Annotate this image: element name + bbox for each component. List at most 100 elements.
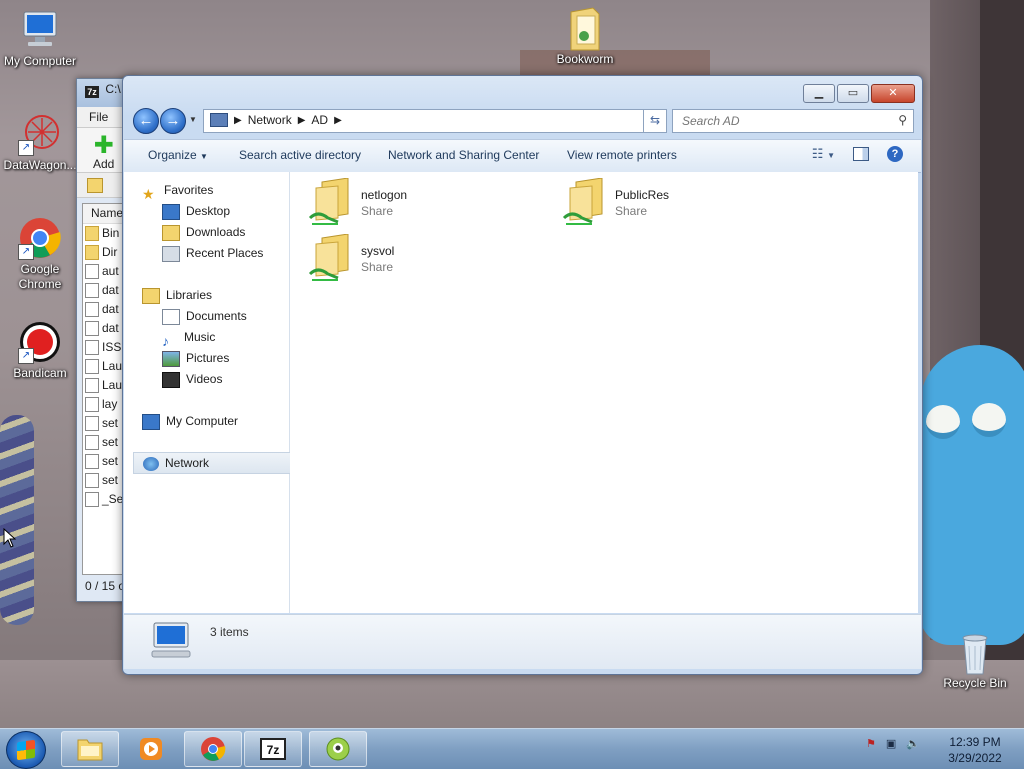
libraries-icon (142, 287, 160, 304)
taskbar-bookworm-button[interactable] (309, 731, 367, 767)
preview-pane-icon[interactable] (853, 147, 869, 161)
nav-network[interactable]: Network (133, 452, 297, 474)
videos-icon (162, 371, 180, 388)
search-input[interactable] (680, 113, 884, 129)
list-item-label: set (102, 473, 119, 487)
breadcrumb-separator-icon[interactable]: ▶ (298, 115, 306, 126)
computer-icon (142, 413, 160, 430)
refresh-button[interactable]: ⇆ (643, 109, 667, 133)
volume-icon[interactable]: 🔈 (906, 737, 920, 750)
address-bar[interactable]: ▶ Network ▶ AD ▶ ▼ (203, 109, 665, 133)
search-icon[interactable]: ⚲ (898, 113, 907, 127)
network-globe-icon (143, 456, 159, 471)
explorer-window[interactable]: ▁ ▭ ✕ ← → ▼ ▶ Network ▶ AD ▶ ▼ ⇆ ⚲ Organ… (122, 75, 923, 675)
list-item-label: set (102, 454, 119, 468)
maximize-button[interactable]: ▭ (837, 84, 869, 103)
network-sharing-center-button[interactable]: Network and Sharing Center (388, 148, 539, 162)
folder-icon (77, 739, 103, 761)
character-eye-right (972, 403, 1006, 437)
shared-folder-icon (562, 178, 603, 225)
desktop-icon-recycle-bin[interactable]: Recycle Bin (935, 630, 1015, 691)
shortcut-arrow-icon: ↗ (18, 348, 34, 364)
chrome-icon: ↗ (18, 216, 62, 260)
desktop-icon-datawagon[interactable]: ↗ DataWagon... (0, 112, 80, 173)
minimize-button[interactable]: ▁ (803, 84, 835, 103)
breadcrumb-separator-icon[interactable]: ▶ (334, 115, 342, 126)
nav-music[interactable]: ♪ Music (162, 327, 215, 349)
file-icon (85, 264, 99, 280)
file-icon (85, 492, 99, 508)
share-name: netlogon (361, 188, 408, 202)
nav-libraries[interactable]: Libraries (142, 285, 212, 305)
desktop-icon-label: My Computer (3, 54, 77, 68)
list-item-label: aut (102, 264, 119, 278)
add-button[interactable]: ✚ Add (93, 134, 115, 172)
file-list[interactable]: netlogon Share PublicRes Share sysvol Sh… (290, 172, 918, 613)
share-item-netlogon[interactable]: netlogon Share (308, 178, 528, 232)
nav-my-computer[interactable]: My Computer (142, 411, 238, 431)
7zip-app-icon: 7z (85, 86, 99, 98)
share-item-publicres[interactable]: PublicRes Share (562, 178, 782, 232)
chevron-down-icon: ▼ (200, 152, 208, 161)
file-icon (85, 359, 99, 375)
nav-desktop[interactable]: Desktop (162, 201, 230, 221)
nav-label: Videos (186, 372, 223, 386)
search-box[interactable]: ⚲ (672, 109, 914, 133)
view-remote-printers-button[interactable]: View remote printers (567, 148, 677, 162)
documents-icon (162, 308, 180, 325)
organize-button[interactable]: Organize ▼ (148, 148, 208, 162)
add-button-label: Add (93, 157, 115, 171)
clock[interactable]: 12:39 PM 3/29/2022 (940, 734, 1010, 766)
breadcrumb-separator-icon[interactable]: ▶ (234, 115, 242, 126)
downloads-folder-icon (162, 224, 180, 241)
close-button[interactable]: ✕ (871, 84, 915, 103)
list-item-label: Bin (102, 226, 120, 240)
pictures-icon (162, 350, 180, 367)
nav-pictures[interactable]: Pictures (162, 348, 229, 368)
computer-icon (18, 8, 62, 52)
change-view-icon[interactable]: ☷ ▼ (812, 146, 835, 162)
nav-label: Downloads (186, 225, 246, 239)
start-button[interactable] (6, 731, 46, 769)
nav-label: Desktop (186, 204, 231, 218)
nav-documents[interactable]: Documents (162, 306, 247, 326)
taskbar-7zip-button[interactable]: 7z (244, 731, 302, 767)
network-status-icon[interactable]: ▣ (886, 737, 896, 750)
shortcut-arrow-icon: ↗ (18, 244, 34, 260)
share-item-sysvol[interactable]: sysvol Share (308, 234, 528, 288)
recent-pages-dropdown-icon[interactable]: ▼ (189, 115, 197, 124)
taskbar-media-player-button[interactable] (122, 731, 180, 767)
desktop-icon-my-computer[interactable]: My Computer (0, 8, 80, 69)
desktop-icon-bookworm[interactable]: Bookworm (545, 6, 625, 67)
help-icon[interactable]: ? (887, 146, 903, 162)
taskbar: 7z ⚑ ▣ 🔈 12:39 PM 3/29/2022 (0, 728, 1024, 769)
nav-favorites[interactable]: ★ Favorites (142, 180, 213, 202)
action-center-flag-icon[interactable]: ⚑ (866, 737, 876, 750)
taskbar-explorer-button[interactable] (61, 731, 119, 767)
clock-date: 3/29/2022 (948, 751, 1002, 765)
item-count: 3 items (210, 625, 249, 639)
desktop-icon-label: Bookworm (556, 52, 614, 66)
nav-downloads[interactable]: Downloads (162, 222, 245, 242)
wallpaper-character (920, 345, 1024, 645)
taskbar-chrome-button[interactable] (184, 731, 242, 767)
desktop-icon-google-chrome[interactable]: ↗ Google Chrome (0, 216, 80, 292)
file-icon (85, 283, 99, 299)
breadcrumb-ad[interactable]: AD (311, 113, 328, 127)
music-icon: ♪ (162, 332, 169, 349)
share-name: PublicRes (615, 188, 670, 202)
desktop-icon-label: Recycle Bin (943, 676, 1007, 690)
search-active-directory-button[interactable]: Search active directory (239, 148, 361, 162)
bandicam-icon: ↗ (18, 320, 62, 364)
folder-icon (563, 6, 607, 51)
file-icon (85, 340, 99, 356)
back-button[interactable]: ← (133, 108, 159, 134)
nav-recent-places[interactable]: Recent Places (162, 243, 263, 263)
breadcrumb-network[interactable]: Network (248, 113, 292, 127)
up-folder-icon[interactable] (87, 178, 103, 193)
desktop-icon-bandicam[interactable]: ↗ Bandicam (0, 320, 80, 381)
forward-button[interactable]: → (160, 108, 186, 134)
navigation-pane[interactable]: ★ Favorites Desktop Downloads Recent Plac… (124, 172, 297, 613)
view-controls: ☷ ▼ ? (812, 146, 903, 162)
nav-videos[interactable]: Videos (162, 369, 222, 389)
